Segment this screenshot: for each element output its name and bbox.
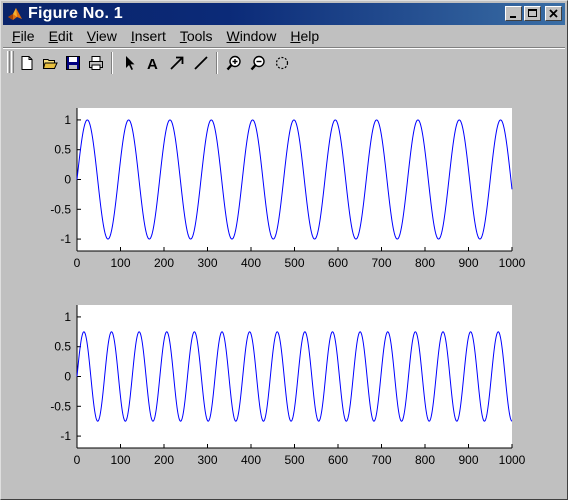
x-tick-label: 500 xyxy=(284,453,304,467)
axes-background[interactable] xyxy=(77,108,512,251)
x-tick-label: 400 xyxy=(241,453,261,467)
figure-canvas[interactable]: 0 100 200 300 400 500 600 700 800 900 100010.50-0.… xyxy=(1,1,567,499)
y-tick-label: 0 xyxy=(64,173,71,187)
y-tick-label: 0.5 xyxy=(54,143,71,157)
y-tick-label: -0.5 xyxy=(50,399,71,413)
y-tick-label: -1 xyxy=(60,232,71,246)
x-tick-label: 800 xyxy=(415,256,435,270)
x-tick-label: 300 xyxy=(197,453,217,467)
y-tick-label: 1 xyxy=(64,310,71,324)
axes-background[interactable] xyxy=(77,305,512,448)
x-tick-label: 900 xyxy=(458,256,478,270)
x-tick-label: 100 xyxy=(110,256,130,270)
x-tick-label: 200 xyxy=(154,453,174,467)
x-tick-label: 700 xyxy=(371,256,391,270)
x-tick-label: 0 xyxy=(74,453,81,467)
x-tick-label: 100 xyxy=(110,453,130,467)
y-tick-label: 0.5 xyxy=(54,340,71,354)
x-tick-label: 1000 xyxy=(499,453,526,467)
x-tick-label: 700 xyxy=(371,453,391,467)
x-tick-label: 300 xyxy=(197,256,217,270)
subplot-2: 0 100 200 300 400 500 600 700 800 900 1000 1 0.5 0 -0.… xyxy=(50,305,526,467)
x-tick-label: 900 xyxy=(458,453,478,467)
x-tick-label: 600 xyxy=(328,453,348,467)
y-tick-label: 1 xyxy=(64,113,71,127)
x-tick-label: 200 xyxy=(154,256,174,270)
x-tick-label: 0 xyxy=(74,256,81,270)
x-tick-label: 800 xyxy=(415,453,435,467)
figure-window: Figure No. 1 File Edit View Insert Tools… xyxy=(0,0,568,500)
y-tick-label: 0 xyxy=(64,370,71,384)
y-tick-label: -0.5 xyxy=(50,202,71,216)
x-tick-label: 1000 xyxy=(499,256,526,270)
x-tick-label: 500 xyxy=(284,256,304,270)
x-tick-label: 600 xyxy=(328,256,348,270)
y-tick-label: -1 xyxy=(60,429,71,443)
subplot-1: 0 100 200 300 400 500 600 700 800 900 1000 1 0.5 0 -0.… xyxy=(50,108,526,270)
x-tick-label: 400 xyxy=(241,256,261,270)
